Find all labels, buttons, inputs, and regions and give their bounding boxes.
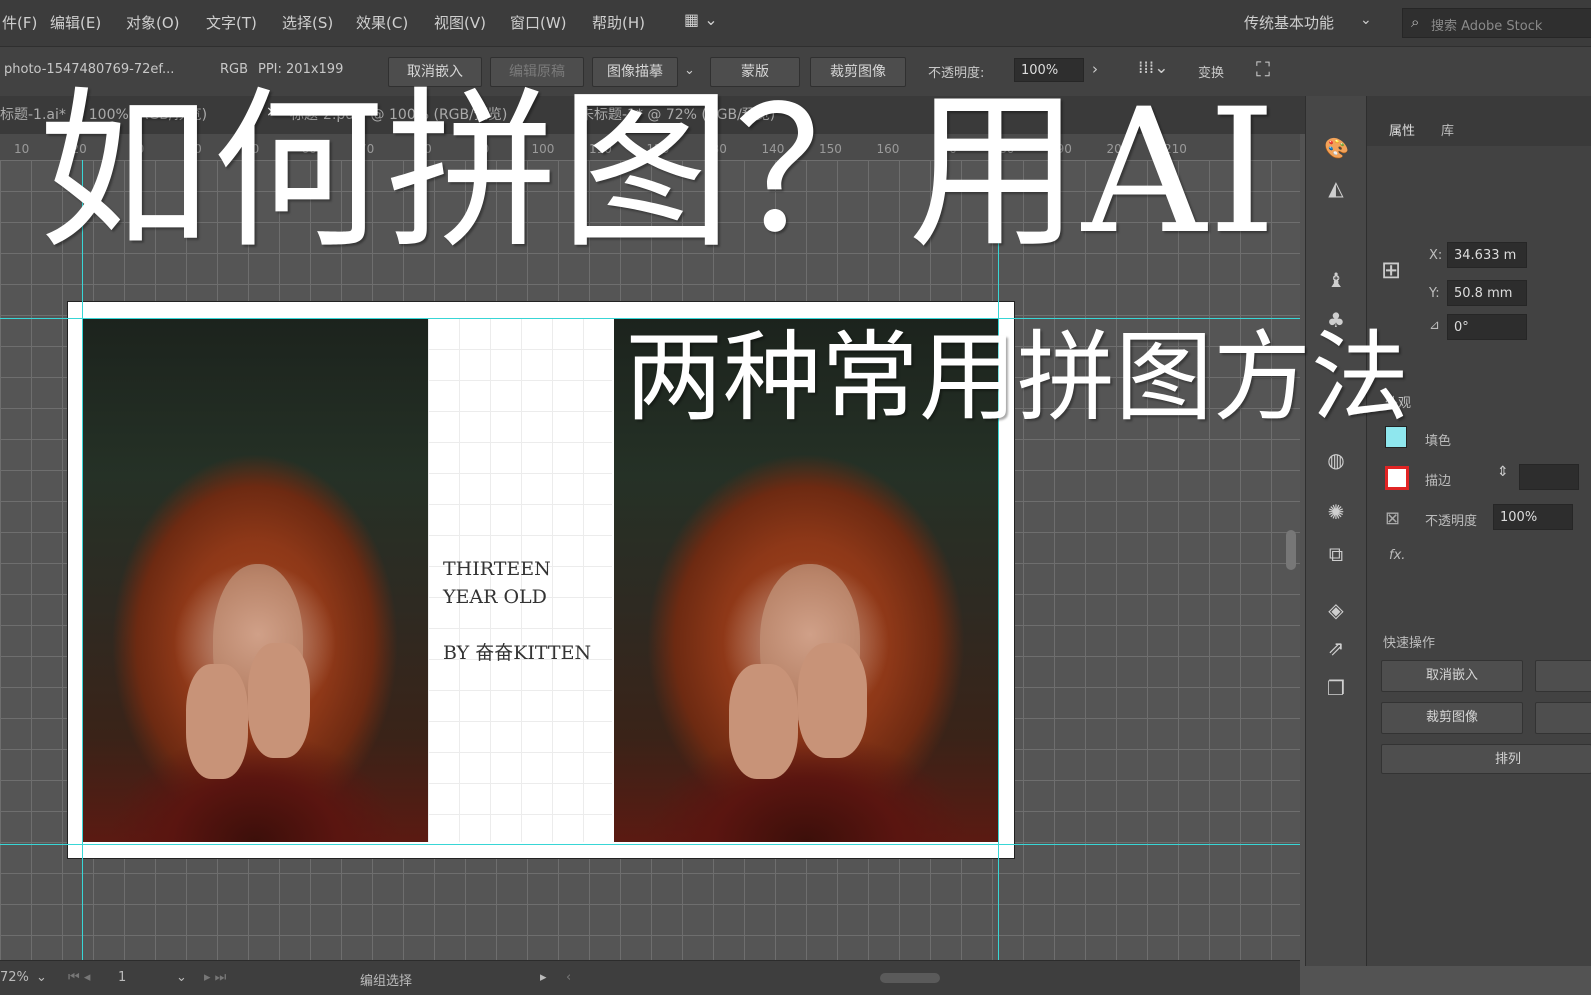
hand	[248, 642, 311, 759]
ruler-tick: 10	[14, 142, 30, 156]
hand	[729, 663, 799, 780]
properties-panel: 属性 库 ⊞ X: 34.633 m Y: 50.8 mm ⊿ 0° 外观 填色…	[1366, 96, 1591, 966]
mask-button[interactable]	[1535, 702, 1591, 734]
zoom-level[interactable]: 72%	[0, 970, 29, 985]
overlay-subtitle: 两种常用拼图方法	[625, 321, 1410, 435]
export-icon[interactable]: ⇗	[1324, 636, 1348, 660]
brush-icon[interactable]: ♝	[1324, 268, 1348, 292]
menu-view[interactable]: 视图(V)	[434, 12, 486, 33]
stroke-swatch[interactable]	[1385, 466, 1409, 490]
search-box[interactable]: ⌕ 搜索 Adobe Stock	[1402, 8, 1591, 38]
status-mode: 编组选择	[360, 974, 413, 989]
tab-libraries[interactable]: 库	[1441, 120, 1454, 139]
horizontal-scrollbar[interactable]	[880, 973, 940, 983]
quick-actions-header: 快速操作	[1383, 636, 1436, 651]
angle-icon: ⊿	[1429, 318, 1440, 333]
menu-file[interactable]: 件(F)	[2, 12, 37, 33]
stroke-width-input[interactable]	[1519, 464, 1579, 490]
guide-line[interactable]	[82, 160, 83, 960]
chevron-right-icon[interactable]: ▸	[540, 970, 547, 985]
opacity-label: 不透明度	[1425, 514, 1478, 529]
chevron-down-icon[interactable]: ⌄	[36, 970, 47, 985]
guide-line[interactable]	[0, 844, 1300, 845]
artboard-text-line: YEAR OLD	[443, 586, 547, 608]
stepper-icon[interactable]: ⇕	[1497, 464, 1509, 480]
chevron-left-icon[interactable]: ‹	[566, 970, 571, 985]
hand	[798, 642, 868, 759]
stroke-label: 描边	[1425, 474, 1452, 489]
opacity-icon: ⊠	[1385, 508, 1401, 529]
edit-original-button[interactable]	[1535, 660, 1591, 692]
menu-type[interactable]: 文字(T)	[206, 12, 257, 33]
transparency-icon[interactable]: ◍	[1324, 448, 1348, 472]
menu-bar: 件(F) 编辑(E) 对象(O) 文字(T) 选择(S) 效果(C) 视图(V)…	[0, 0, 1591, 46]
graphic-styles-icon[interactable]: ⧉	[1324, 542, 1348, 566]
first-page-icon[interactable]: ⏮ ◂	[68, 970, 90, 985]
fill-label: 填色	[1425, 434, 1452, 449]
tab-properties[interactable]: 属性	[1389, 120, 1415, 139]
arrange-documents-icon[interactable]: ▦ ⌄	[684, 10, 718, 29]
y-input[interactable]: 50.8 mm	[1447, 280, 1527, 306]
artboard-text-line: THIRTEEN	[443, 558, 551, 580]
x-input[interactable]: 34.633 m	[1447, 242, 1527, 268]
layers-icon[interactable]: ◈	[1324, 598, 1348, 622]
menu-object[interactable]: 对象(O)	[126, 12, 180, 33]
artboards-icon[interactable]: ❐	[1324, 676, 1348, 700]
menu-select[interactable]: 选择(S)	[282, 12, 333, 33]
color-palette-icon[interactable]: 🎨	[1324, 136, 1349, 160]
gradient-icon[interactable]: ◭	[1324, 176, 1348, 200]
canvas[interactable]	[0, 160, 1300, 960]
workspace-switcher[interactable]: 传统基本功能	[1244, 12, 1334, 33]
artboard-text[interactable]: THIRTEEN YEAR OLD BY 奋奋KITTEN	[443, 555, 591, 667]
overlay-title: 如何拼图？用AI	[38, 71, 1279, 272]
chevron-down-icon[interactable]: ⌄	[176, 970, 187, 985]
appearance-icon[interactable]: ✺	[1324, 500, 1348, 524]
menu-effect[interactable]: 效果(C)	[356, 12, 408, 33]
angle-input[interactable]: 0°	[1447, 314, 1527, 340]
page-number[interactable]: 1	[118, 970, 126, 985]
hand	[185, 663, 249, 780]
menu-help[interactable]: 帮助(H)	[592, 12, 645, 33]
panel-icon-column: 🎨 ◭ ♝ ♣ ◍ ✺ ⧉ ◈ ⇗ ❐	[1305, 96, 1366, 966]
menu-edit[interactable]: 编辑(E)	[50, 12, 101, 33]
crop-image-button[interactable]: 裁剪图像	[1381, 702, 1523, 734]
photo-left[interactable]	[82, 318, 428, 842]
artboard-text-line: BY 奋奋KITTEN	[443, 642, 592, 664]
unembed-button[interactable]: 取消嵌入	[1381, 660, 1523, 692]
x-label: X:	[1429, 248, 1443, 263]
vertical-scrollbar[interactable]	[1286, 530, 1296, 570]
fx-icon[interactable]: fx.	[1389, 548, 1405, 563]
guide-line[interactable]	[998, 160, 999, 960]
reference-point-icon[interactable]: ⊞	[1381, 256, 1401, 284]
y-label: Y:	[1429, 286, 1440, 301]
last-page-icon[interactable]: ▸ ⏭	[204, 970, 226, 985]
search-input[interactable]: 搜索 Adobe Stock	[1431, 15, 1542, 34]
chevron-down-icon[interactable]: ⌄	[1360, 12, 1372, 28]
status-bar: 72% ⌄ ⏮ ◂ 1 ⌄ ▸ ⏭ 编组选择 ▸ ‹	[0, 960, 1300, 995]
arrange-button[interactable]: 排列	[1381, 744, 1591, 774]
search-icon: ⌕	[1411, 13, 1420, 31]
menu-window[interactable]: 窗口(W)	[510, 12, 567, 33]
panel-tab-strip: 属性 库	[1367, 96, 1591, 146]
opacity-input[interactable]: 100%	[1493, 504, 1573, 530]
